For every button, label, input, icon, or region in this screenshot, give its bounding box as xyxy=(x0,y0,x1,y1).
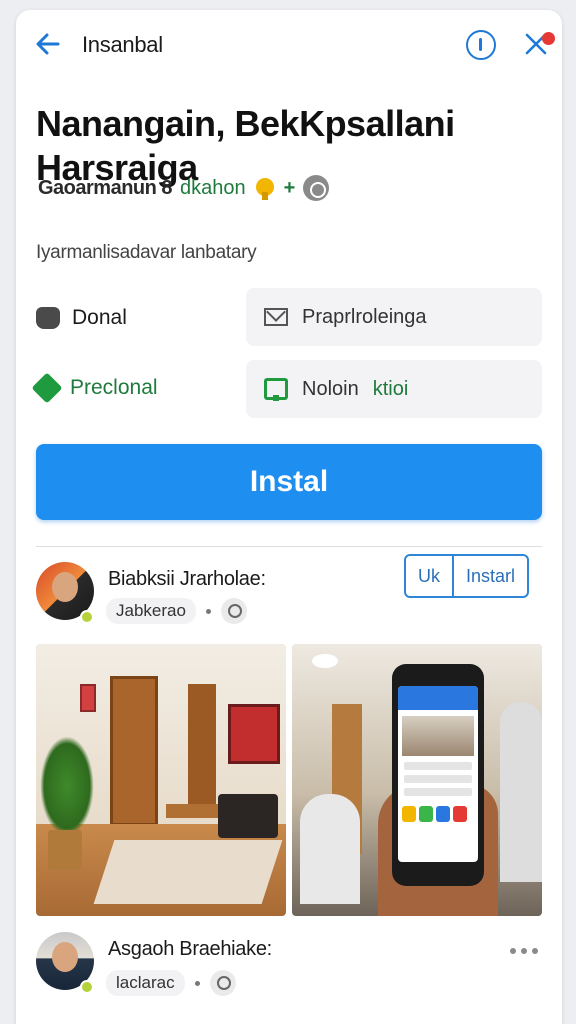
more-options-icon[interactable] xyxy=(510,948,538,954)
review-chip[interactable]: Jabkerao xyxy=(106,598,196,624)
developer-label[interactable]: Gaoarmanun 8 xyxy=(38,177,173,200)
category-label[interactable]: dkahon xyxy=(180,177,246,200)
review-meta: laclarac xyxy=(106,970,236,996)
pill-label-a: Noloin xyxy=(302,377,359,400)
folder-icon xyxy=(264,378,288,401)
meta-item-platform: Donal xyxy=(36,306,127,330)
screenshot-room[interactable] xyxy=(36,644,286,916)
review-actions: Uk Instarl xyxy=(404,554,530,598)
pill-label-b: ktioi xyxy=(372,377,409,400)
install-small-button[interactable]: Instarl xyxy=(452,554,530,598)
app-description: Iyarmanlisadavar lanbatary xyxy=(36,242,257,263)
online-badge xyxy=(80,610,94,624)
reviewer-name[interactable]: Asgaoh Braehiake: xyxy=(108,938,272,961)
dot-separator xyxy=(205,608,211,614)
pill-label: Praprlroleinga xyxy=(302,305,427,328)
tag-icon xyxy=(31,372,63,404)
phone-image xyxy=(392,664,484,886)
contact-pill[interactable]: Praprlroleinga xyxy=(246,288,542,346)
reviewer-name[interactable]: Biabksii Jrarholae: xyxy=(108,568,266,591)
meta-label: Preclonal xyxy=(70,376,158,399)
meta-item-price: Preclonal xyxy=(31,372,158,404)
info-icon[interactable] xyxy=(466,30,496,60)
plus-mark: + xyxy=(283,176,296,199)
gear-icon[interactable] xyxy=(303,175,330,201)
uk-button[interactable]: Uk xyxy=(404,554,454,598)
apple-icon xyxy=(36,307,60,329)
review-meta: Jabkerao xyxy=(106,598,247,624)
screenshot-phone[interactable] xyxy=(292,644,542,916)
mail-icon xyxy=(264,308,288,326)
arrow-left-icon[interactable] xyxy=(32,28,64,60)
top-bar: Insanbal xyxy=(16,10,562,80)
divider xyxy=(36,546,542,547)
meta-label: Donal xyxy=(72,306,127,329)
online-badge xyxy=(80,980,94,994)
top-bar-title: Insanbal xyxy=(82,32,163,57)
app-subtitle-row: Gaoarmanun 8 dkahon + xyxy=(38,174,330,202)
app-details-card: Insanbal Nanangain, BekKpsallani Harsrai… xyxy=(16,10,562,1024)
notes-pill[interactable]: Noloin ktioi xyxy=(246,360,542,418)
dot-separator xyxy=(194,980,200,986)
comment-icon[interactable] xyxy=(220,598,247,624)
review-chip[interactable]: laclarac xyxy=(106,970,185,996)
notification-dot xyxy=(542,32,555,45)
comment-icon[interactable] xyxy=(209,970,236,996)
install-button[interactable]: Instal xyxy=(36,444,542,520)
medal-icon xyxy=(254,176,276,200)
